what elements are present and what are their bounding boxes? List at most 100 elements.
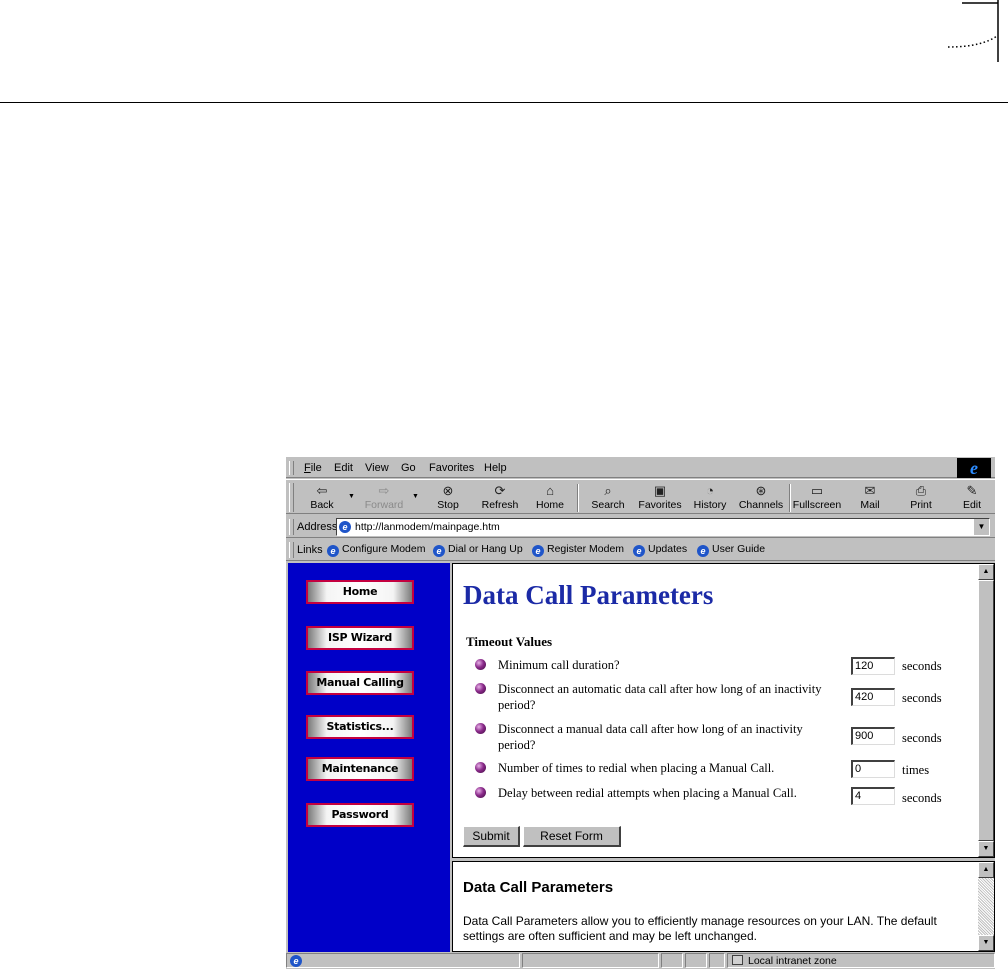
scroll-down-arrow-icon[interactable]: ▼ [978,935,994,951]
link-configure-modem[interactable]: e Configure Modem [327,543,425,557]
forward-arrow-icon: ⇨ [378,483,390,498]
menu-file[interactable]: File [304,462,322,474]
status-cell [661,953,683,968]
edit-icon: ✎ [966,483,978,498]
scroll-down-arrow-icon[interactable]: ▼ [978,841,994,857]
page-content: Home ISP Wizard Manual Calling Statistic… [286,563,995,952]
main-scrollbar[interactable]: ▲ ▼ [978,564,994,857]
scroll-thumb[interactable] [978,580,994,841]
corner-logo-mark [948,0,999,62]
back-dropdown-arrow[interactable]: ▼ [348,493,355,500]
help-scrollbar[interactable]: ▲ ▼ [978,862,994,951]
channels-icon: ⊛ [755,483,767,498]
unit-label: seconds [902,791,942,805]
print-button[interactable]: ⎙ Print [893,482,949,514]
bullet-icon [475,683,486,694]
submit-button[interactable]: Submit [463,826,520,847]
stop-icon: ⊗ [442,483,454,498]
mail-icon: ✉ [864,483,876,498]
redial-delay-input[interactable]: 4 [851,787,895,805]
links-grip[interactable] [289,542,294,558]
history-button[interactable]: ◔ History [682,482,738,514]
unit-label: seconds [902,731,942,745]
status-zone-text: Local intranet zone [748,955,837,967]
nav-maintenance-button[interactable]: Maintenance [306,757,414,781]
manual-disconnect-input[interactable]: 900 [851,727,895,745]
menu-bar: File Edit View Go Favorites Help e [286,457,995,478]
nav-manual-calling-button[interactable]: Manual Calling [306,671,414,695]
menu-go[interactable]: Go [401,462,416,474]
link-register-modem[interactable]: e Register Modem [532,543,624,557]
print-icon: ⎙ [915,483,927,498]
address-dropdown-arrow[interactable]: ▼ [973,519,989,535]
toolbar-separator [577,484,579,512]
page-header-rule [0,102,1008,103]
home-button[interactable]: ⌂ Home [522,482,578,514]
menu-view[interactable]: View [365,462,389,474]
link-icon: e [433,545,445,557]
mail-button[interactable]: ✉ Mail [842,482,898,514]
bullet-icon [475,787,486,798]
unit-label: times [902,763,930,777]
bullet-icon [475,659,486,670]
nav-home-button[interactable]: Home [306,580,414,604]
status-bar: e Local intranet zone [286,952,995,969]
sidebar: Home ISP Wizard Manual Calling Statistic… [288,563,450,952]
search-button[interactable]: ⌕ Search [580,482,636,514]
refresh-button[interactable]: ⟳ Refresh [472,482,528,514]
redial-count-input[interactable]: 0 [851,760,895,778]
link-icon: e [327,545,339,557]
forward-dropdown-arrow[interactable]: ▼ [412,493,419,500]
status-main-cell: e [286,953,520,968]
menu-help[interactable]: Help [484,462,507,474]
home-icon: ⌂ [546,483,554,498]
menu-edit[interactable]: Edit [334,462,353,474]
min-call-duration-input[interactable]: 120 [851,657,895,675]
bullet-icon [475,723,486,734]
edit-button[interactable]: ✎ Edit [944,482,1000,514]
page-icon: e [339,521,351,533]
link-icon: e [697,545,709,557]
unit-label: seconds [902,659,942,673]
help-frame: Data Call Parameters Data Call Parameter… [452,861,995,952]
address-input[interactable]: e http://lanmodem/mainpage.htm ▼ [336,518,990,536]
section-title: Timeout Values [466,634,553,649]
stop-button[interactable]: ⊗ Stop [420,482,476,514]
history-icon: ◔ [706,483,714,498]
nav-password-button[interactable]: Password [306,803,414,827]
browser-window: File Edit View Go Favorites Help e ⇦ Back… [286,457,995,969]
menu-grip[interactable] [289,461,294,475]
search-icon: ⌕ [604,483,612,498]
channels-button[interactable]: ⊛ Channels [733,482,789,514]
link-updates[interactable]: e Updates [633,543,687,557]
unit-label: seconds [902,691,942,705]
fullscreen-button[interactable]: ▭ Fullscreen [789,482,845,514]
link-user-guide[interactable]: e User Guide [697,543,765,557]
address-label: Address [297,521,338,533]
nav-statistics-button[interactable]: Statistics... [306,715,414,739]
links-label: Links [297,544,323,556]
ie-logo-icon: e [957,458,991,478]
link-icon: e [532,545,544,557]
address-url[interactable]: http://lanmodem/mainpage.htm [355,521,500,533]
help-text: Data Call Parameters allow you to effici… [463,914,937,943]
address-grip[interactable] [289,519,294,535]
nav-isp-wizard-button[interactable]: ISP Wizard [306,626,414,650]
status-cell [709,953,725,968]
page-title: Data Call Parameters [463,580,714,610]
refresh-icon: ⟳ [494,483,506,498]
back-button[interactable]: ⇦ Back [294,482,350,514]
auto-disconnect-input[interactable]: 420 [851,688,895,706]
favorites-icon: ▣ [653,483,667,498]
link-dial-or-hang-up[interactable]: e Dial or Hang Up [433,543,523,557]
links-bar: Links e Configure Modem e Dial or Hang Up … [286,539,995,561]
back-arrow-icon: ⇦ [316,483,328,498]
favorites-button[interactable]: ▣ Favorites [632,482,688,514]
link-icon: e [633,545,645,557]
menu-favorites[interactable]: Favorites [429,462,474,474]
scroll-up-arrow-icon[interactable]: ▲ [978,564,994,580]
forward-button[interactable]: ⇨ Forward [356,482,412,514]
fullscreen-icon: ▭ [810,483,824,498]
reset-form-button[interactable]: Reset Form [523,826,621,847]
scroll-up-arrow-icon[interactable]: ▲ [978,862,994,878]
